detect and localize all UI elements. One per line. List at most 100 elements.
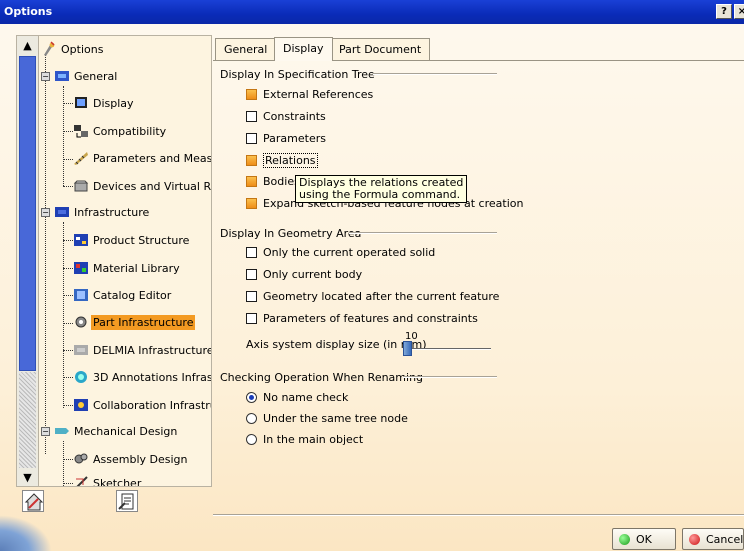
- external-references-checkbox[interactable]: [246, 89, 257, 100]
- window-title: Options: [4, 5, 53, 18]
- tree-item-options[interactable]: Options: [41, 40, 105, 58]
- general-icon: [55, 71, 69, 81]
- relations-option[interactable]: Relations: [246, 153, 318, 168]
- compatibility-icon: [74, 125, 88, 138]
- scroll-thumb[interactable]: [19, 56, 36, 371]
- tree-connector: [63, 131, 73, 132]
- tree-scrollbar[interactable]: ▲ ▼: [17, 36, 39, 486]
- mechanical-design-icon: [55, 428, 69, 434]
- external-references-option[interactable]: External References: [246, 88, 373, 101]
- collaboration-icon: [74, 399, 88, 411]
- axis-size-slider-track[interactable]: [403, 348, 491, 350]
- tree-item-material-library[interactable]: Material Library: [73, 259, 182, 277]
- tree-expander-mechanical-design[interactable]: −: [41, 427, 50, 436]
- tree-item-parameters-measure[interactable]: Parameters and Measure: [73, 149, 211, 167]
- tree-item-assembly-design[interactable]: Assembly Design: [73, 450, 190, 468]
- group-divider: [403, 376, 497, 378]
- assembly-design-icon: [74, 453, 88, 464]
- material-library-icon: [74, 262, 88, 274]
- tree-item-general[interactable]: General: [54, 67, 119, 85]
- devices-vr-icon: [73, 180, 89, 192]
- geometry-after-feature-option[interactable]: Geometry located after the current featu…: [246, 290, 499, 303]
- axis-size-slider-thumb[interactable]: [403, 341, 412, 356]
- scroll-track[interactable]: [19, 372, 36, 468]
- only-current-body-checkbox[interactable]: [246, 269, 257, 280]
- parameters-option[interactable]: Parameters: [246, 132, 326, 145]
- no-name-check-option[interactable]: No name check: [246, 391, 348, 404]
- constraints-checkbox[interactable]: [246, 111, 257, 122]
- close-button[interactable]: ×: [734, 4, 744, 19]
- bodies-option[interactable]: Bodies: [246, 175, 300, 188]
- main-object-option[interactable]: In the main object: [246, 433, 363, 446]
- tree-connector: [63, 295, 73, 296]
- tree-item-delmia-infrastructure[interactable]: DELMIA Infrastructure: [73, 341, 211, 359]
- tree-item-collaboration[interactable]: Collaboration Infrastruct: [73, 396, 211, 414]
- same-tree-node-option[interactable]: Under the same tree node: [246, 412, 408, 425]
- tab-display[interactable]: Display: [274, 37, 333, 61]
- tree-item-infrastructure[interactable]: Infrastructure: [54, 203, 151, 221]
- parameters-features-checkbox[interactable]: [246, 313, 257, 324]
- tree-item-catalog-editor[interactable]: Catalog Editor: [73, 286, 173, 304]
- reset-options-button[interactable]: [22, 490, 44, 512]
- geometry-after-feature-checkbox[interactable]: [246, 291, 257, 302]
- options-tree-panel: ▲ ▼ Options − General Display Compatibil…: [16, 35, 212, 487]
- options-dialog: Options ? × ▲ ▼ Options − General Displa…: [0, 0, 744, 551]
- geometry-group-title: Display In Geometry Area: [220, 227, 362, 240]
- tree-connector: [63, 186, 73, 187]
- renaming-group-title: Checking Operation When Renaming: [220, 371, 424, 384]
- tree-connector: [63, 483, 73, 484]
- bottom-separator: [213, 514, 744, 516]
- tree-item-compatibility[interactable]: Compatibility: [73, 122, 168, 140]
- scroll-up-arrow-icon[interactable]: ▲: [19, 38, 36, 53]
- tree-connector: [63, 350, 73, 351]
- tree-connector: [63, 103, 73, 104]
- sketcher-icon: [76, 476, 88, 486]
- display-icon: [75, 97, 87, 108]
- no-name-check-radio[interactable]: [246, 392, 257, 403]
- tree-connector: [63, 268, 73, 269]
- tree-connector: [63, 159, 73, 160]
- group-divider: [373, 73, 497, 75]
- tree-item-3d-annotations[interactable]: 3D Annotations Infrastru: [73, 368, 211, 386]
- tree-connector: [63, 222, 64, 408]
- tree-item-devices-vr[interactable]: Devices and Virtual Realit: [73, 177, 211, 195]
- only-current-solid-checkbox[interactable]: [246, 247, 257, 258]
- cancel-red-icon: [689, 533, 700, 545]
- tree-expander-infrastructure[interactable]: −: [41, 208, 50, 217]
- tab-general[interactable]: General: [215, 38, 277, 60]
- options-root-icon: [44, 41, 55, 56]
- tab-part-document[interactable]: Part Document: [330, 38, 431, 60]
- expand-sketch-checkbox[interactable]: [246, 198, 257, 209]
- ok-button[interactable]: OK: [612, 528, 676, 550]
- infrastructure-icon: [55, 207, 69, 217]
- tree-connector: [63, 405, 73, 406]
- tree-item-product-structure[interactable]: Product Structure: [73, 231, 191, 249]
- tree-item-sketcher[interactable]: Sketcher: [73, 474, 143, 486]
- only-current-solid-option[interactable]: Only the current operated solid: [246, 246, 435, 259]
- export-options-button[interactable]: [116, 490, 138, 512]
- bodies-checkbox[interactable]: [246, 176, 257, 187]
- catia-logo-decoration: [0, 515, 52, 551]
- parameters-features-option[interactable]: Parameters of features and constraints: [246, 312, 478, 325]
- help-button[interactable]: ?: [716, 4, 732, 19]
- tree-item-part-infrastructure[interactable]: Part Infrastructure: [73, 313, 196, 331]
- scroll-down-arrow-icon[interactable]: ▼: [19, 470, 36, 485]
- tree-item-display[interactable]: Display: [73, 94, 136, 112]
- tree-item-mechanical-design[interactable]: Mechanical Design: [54, 422, 179, 440]
- parameters-measure-icon: [74, 152, 88, 165]
- constraints-option[interactable]: Constraints: [246, 110, 326, 123]
- title-bar: Options ? ×: [0, 0, 744, 24]
- cancel-button[interactable]: Cancel: [682, 528, 744, 550]
- relations-checkbox[interactable]: [246, 155, 257, 166]
- same-tree-node-radio[interactable]: [246, 413, 257, 424]
- parameters-checkbox[interactable]: [246, 133, 257, 144]
- only-current-body-option[interactable]: Only current body: [246, 268, 362, 281]
- main-object-radio[interactable]: [246, 434, 257, 445]
- reset-house-icon: [24, 493, 44, 511]
- tree-expander-general[interactable]: −: [41, 72, 50, 81]
- catalog-editor-icon: [74, 289, 88, 301]
- delmia-infrastructure-icon: [74, 345, 88, 355]
- export-document-icon: [118, 493, 134, 510]
- tree-connector: [63, 441, 64, 486]
- tree-connector: [63, 86, 64, 186]
